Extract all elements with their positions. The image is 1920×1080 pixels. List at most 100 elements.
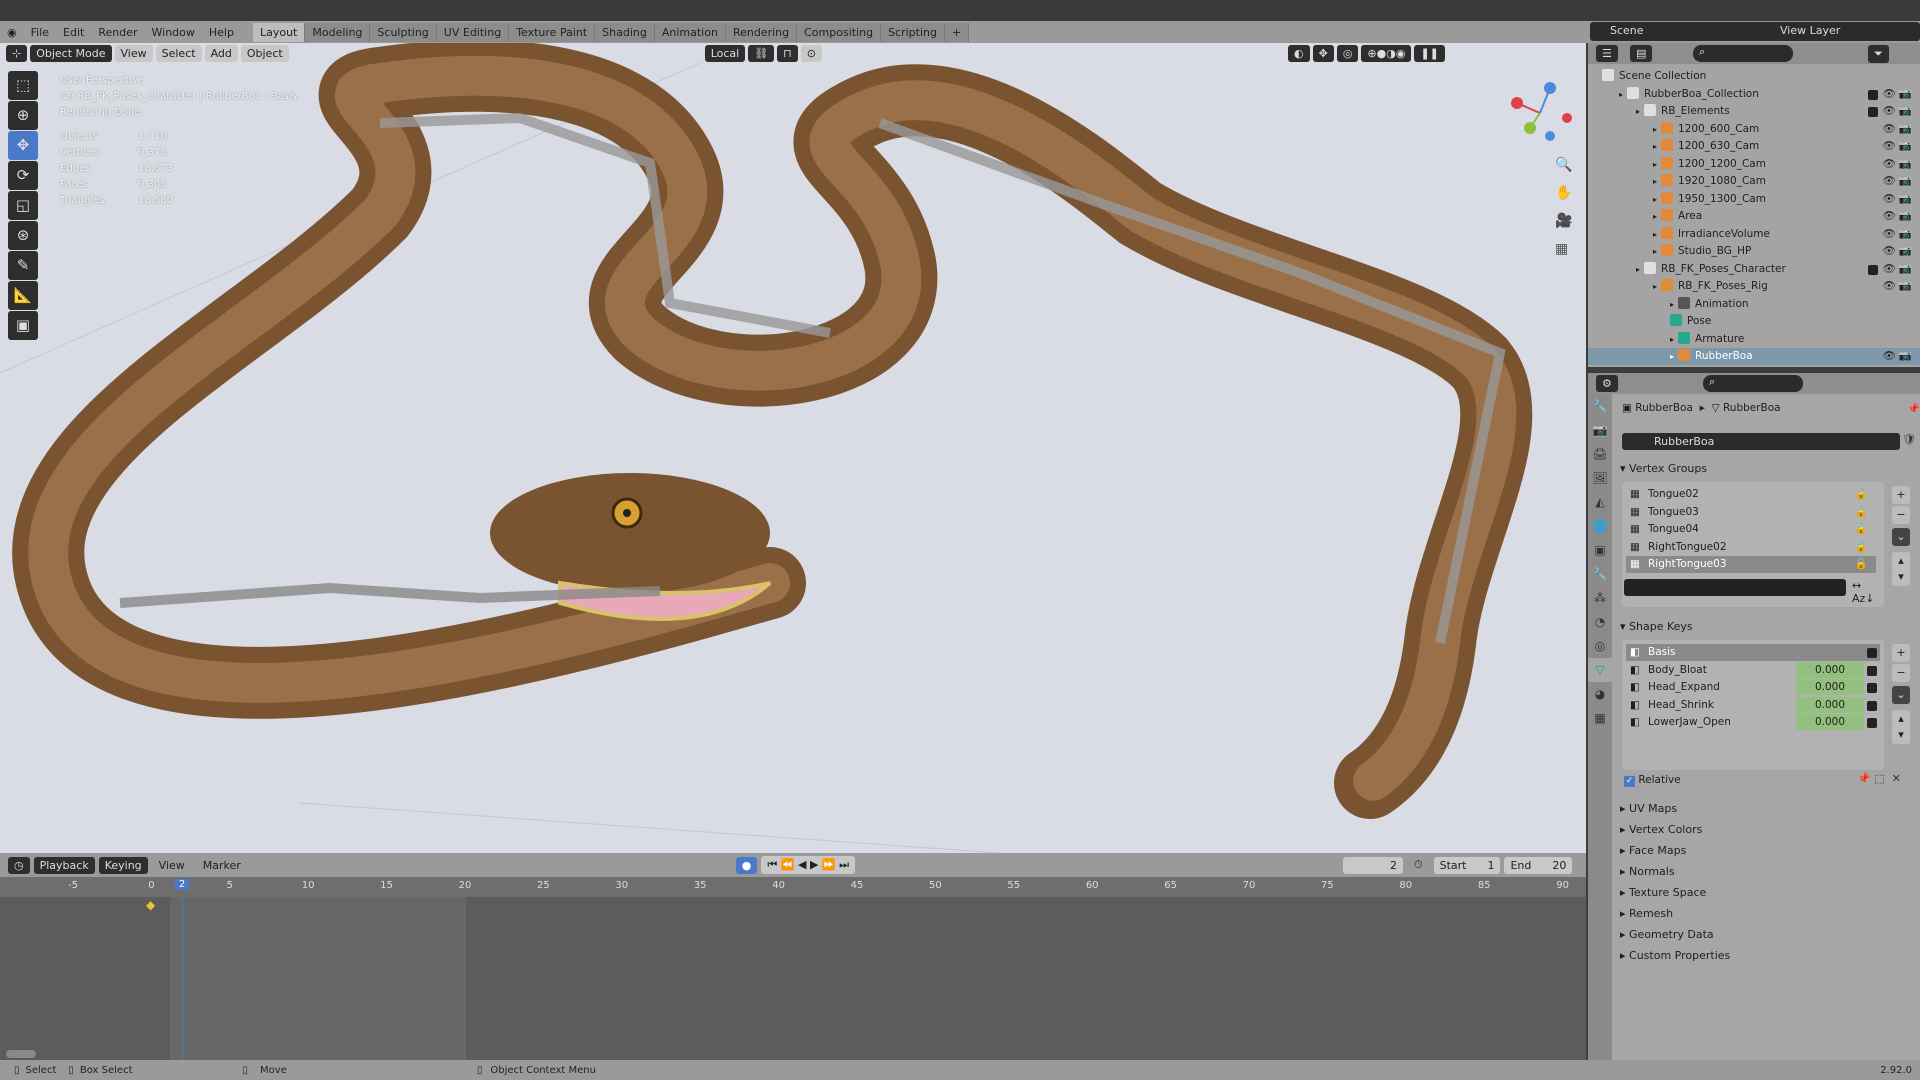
visibility-icon[interactable]: ◐ bbox=[1287, 45, 1310, 62]
add-workspace-button[interactable]: + bbox=[945, 22, 970, 42]
outliner-item[interactable]: Scene Collection bbox=[1588, 68, 1920, 85]
render-camera-icon[interactable]: 📷 bbox=[1899, 138, 1912, 155]
render-camera-icon[interactable]: 📷 bbox=[1899, 156, 1912, 173]
lock-icon[interactable]: 🔓 bbox=[1855, 504, 1868, 521]
menu-render[interactable]: Render bbox=[91, 26, 144, 39]
outliner-item[interactable]: ▸ 1200_600_Cam 👁 📷 bbox=[1588, 121, 1920, 138]
scene-selector[interactable]: Scene bbox=[1590, 22, 1760, 41]
expand-arrow-icon[interactable]: ▸ bbox=[1636, 107, 1640, 116]
menu-window[interactable]: Window bbox=[145, 26, 202, 39]
outliner-item[interactable]: ▸ RB_FK_Poses_Rig 👁 📷 bbox=[1588, 278, 1920, 295]
shape-key-specials-button[interactable]: ⌄ bbox=[1892, 686, 1910, 704]
transform-orientation-selector[interactable]: Local bbox=[704, 45, 746, 62]
eye-icon[interactable]: 👁 bbox=[1883, 261, 1896, 278]
exclude-checkbox[interactable] bbox=[1868, 107, 1878, 117]
vertex-groups-header[interactable]: ▾ Vertex Groups bbox=[1620, 462, 1707, 475]
rotate-icon[interactable]: ⟳ bbox=[8, 161, 38, 190]
shading-modes-icon[interactable]: ⊕●◑◉ bbox=[1361, 45, 1412, 62]
remove-vertex-group-button[interactable]: − bbox=[1892, 506, 1910, 524]
vertex-group-item[interactable]: ▦ Tongue03 🔓 bbox=[1626, 504, 1876, 521]
outliner-item[interactable]: ▸ Armature bbox=[1588, 331, 1920, 348]
shape-key-mute-checkbox[interactable] bbox=[1867, 700, 1877, 711]
gizmo-icon[interactable]: ✥ bbox=[1312, 45, 1334, 62]
shape-key-item[interactable]: ◧ LowerJaw_Open 0.000 bbox=[1626, 714, 1880, 731]
shape-key-mute-checkbox[interactable] bbox=[1867, 648, 1877, 658]
menu-add[interactable]: Add bbox=[204, 45, 238, 62]
expand-arrow-icon[interactable]: ▸ bbox=[1653, 177, 1657, 186]
stopwatch-icon[interactable]: ⏱ bbox=[1407, 858, 1430, 872]
expand-arrow-icon[interactable]: ▸ bbox=[1619, 90, 1623, 99]
proportional-edit-icon[interactable]: ⊙ bbox=[800, 45, 822, 62]
tab-compositing[interactable]: Compositing bbox=[797, 22, 882, 42]
timeline-scrollbar[interactable] bbox=[6, 1050, 36, 1058]
pivot-icon[interactable]: ⛓ bbox=[748, 45, 775, 62]
outliner-item[interactable]: ▸ 1920_1080_Cam 👁 📷 bbox=[1588, 173, 1920, 190]
shape-key-mute-checkbox[interactable] bbox=[1867, 718, 1877, 728]
collapsed-panel[interactable]: ▸ Normals bbox=[1620, 865, 1675, 878]
select-box-icon[interactable]: ⬚ bbox=[8, 71, 38, 100]
lock-icon[interactable]: 🔓 bbox=[1855, 539, 1868, 556]
tab-rendering[interactable]: Rendering bbox=[725, 22, 798, 42]
shape-key-value[interactable]: 0.000 bbox=[1796, 679, 1864, 695]
shape-key-value[interactable]: 0.000 bbox=[1796, 696, 1864, 713]
timeline-ruler[interactable]: -5 0 5 10 15 20 25 30 35 40 45 50 55 60 65 70 75 80 85 90 2 bbox=[0, 877, 1586, 897]
expand-arrow-icon[interactable]: ▸ bbox=[1636, 265, 1640, 274]
outliner-item[interactable]: ▸ Animation bbox=[1588, 296, 1920, 313]
output-tab-icon[interactable]: 🖨 bbox=[1588, 442, 1612, 466]
tab-animation[interactable]: Animation bbox=[654, 22, 726, 42]
collapsed-panel[interactable]: ▸ Texture Space bbox=[1620, 886, 1706, 899]
eye-icon[interactable]: 👁 bbox=[1883, 173, 1896, 190]
add-cube-icon[interactable]: ▣ bbox=[8, 311, 38, 340]
world-tab-icon[interactable]: 🌐 bbox=[1588, 514, 1612, 538]
collapsed-panel[interactable]: ▸ Geometry Data bbox=[1620, 928, 1714, 941]
current-frame-field[interactable]: 2 bbox=[1343, 856, 1404, 874]
render-camera-icon[interactable]: 📷 bbox=[1899, 173, 1912, 190]
pause-icon[interactable]: ❚❚ bbox=[1414, 45, 1445, 62]
menu-select[interactable]: Select bbox=[155, 45, 202, 62]
shape-keys-header[interactable]: ▾ Shape Keys bbox=[1620, 620, 1693, 633]
menu-marker[interactable]: Marker bbox=[196, 859, 248, 872]
menu-view[interactable]: View bbox=[114, 45, 153, 62]
vertex-group-item[interactable]: ▦ Tongue02 🔓 bbox=[1626, 486, 1876, 503]
render-camera-icon[interactable]: 📷 bbox=[1899, 278, 1912, 295]
vertex-group-specials-button[interactable]: ⌄ bbox=[1892, 528, 1910, 546]
menu-object[interactable]: Object bbox=[240, 45, 289, 62]
properties-search-input[interactable]: ⌕ bbox=[1703, 375, 1803, 392]
menu-keying[interactable]: Keying bbox=[98, 856, 148, 874]
tab-layout[interactable]: Layout bbox=[252, 22, 306, 42]
tab-sculpting[interactable]: Sculpting bbox=[370, 22, 437, 42]
render-camera-icon[interactable]: 📷 bbox=[1899, 261, 1912, 278]
shape-key-down-button[interactable]: ▾ bbox=[1892, 726, 1910, 744]
current-frame-indicator[interactable]: 2 bbox=[174, 879, 190, 890]
render-camera-icon[interactable]: 📷 bbox=[1899, 191, 1912, 208]
outliner-editor-icon[interactable]: ☰ bbox=[1596, 45, 1618, 62]
mode-selector[interactable]: Object Mode bbox=[30, 45, 112, 62]
outliner-item[interactable]: ▸ 1200_1200_Cam 👁 📷 bbox=[1588, 156, 1920, 173]
overlay-icon[interactable]: ◎ bbox=[1336, 45, 1359, 62]
expand-arrow-icon[interactable]: ▸ bbox=[1653, 247, 1657, 256]
fake-user-icon[interactable]: 🛡 bbox=[1902, 433, 1916, 446]
pan-hand-icon[interactable]: ✋ bbox=[1555, 179, 1572, 207]
move-icon[interactable]: ✥ bbox=[8, 131, 38, 160]
eye-icon[interactable]: 👁 bbox=[1883, 121, 1896, 138]
modifier-tab-icon[interactable]: 🔧 bbox=[1588, 562, 1612, 586]
expand-arrow-icon[interactable]: ▸ bbox=[1653, 125, 1657, 134]
ortho-grid-icon[interactable]: ▦ bbox=[1555, 235, 1572, 263]
expand-arrow-icon[interactable]: ▸ bbox=[1653, 142, 1657, 151]
mesh-data-tab-icon[interactable]: ▽ bbox=[1588, 658, 1612, 682]
shape-key-item[interactable]: ◧ Basis bbox=[1626, 644, 1880, 661]
shape-key-item[interactable]: ◧ Head_Shrink 0.000 bbox=[1626, 696, 1880, 714]
tab-scripting[interactable]: Scripting bbox=[881, 22, 945, 42]
eye-icon[interactable]: 👁 bbox=[1883, 138, 1896, 155]
expand-arrow-icon[interactable]: ▸ bbox=[1670, 352, 1674, 361]
eye-icon[interactable]: 👁 bbox=[1883, 86, 1896, 103]
eye-icon[interactable]: 👁 bbox=[1883, 348, 1896, 365]
constraints-tab-icon[interactable]: ◎ bbox=[1588, 634, 1612, 658]
collapsed-panel[interactable]: ▸ Vertex Colors bbox=[1620, 823, 1702, 836]
vertex-group-item[interactable]: ▦ RightTongue03 🔓 bbox=[1626, 556, 1876, 573]
eye-icon[interactable]: 👁 bbox=[1883, 156, 1896, 173]
expand-arrow-icon[interactable]: ▸ bbox=[1670, 300, 1674, 309]
camera-view-icon[interactable]: 🎥 bbox=[1555, 207, 1572, 235]
eye-icon[interactable]: 👁 bbox=[1883, 226, 1896, 243]
collapsed-panel[interactable]: ▸ Custom Properties bbox=[1620, 949, 1730, 962]
